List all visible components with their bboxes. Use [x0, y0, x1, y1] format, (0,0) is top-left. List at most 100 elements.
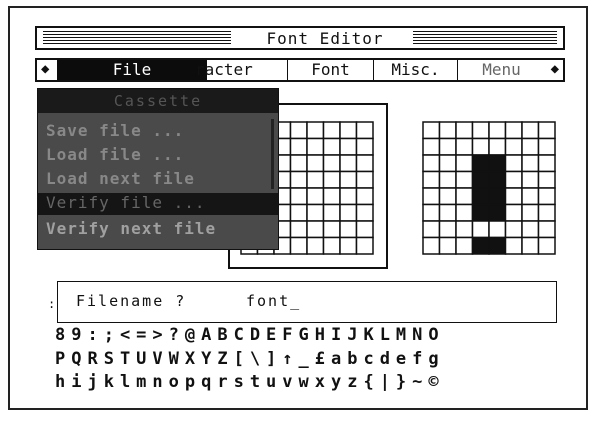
- grid-cell[interactable]: [322, 220, 341, 239]
- grid-cell[interactable]: [322, 170, 341, 189]
- grid-cell[interactable]: [521, 203, 540, 222]
- grid-cell[interactable]: [504, 154, 523, 173]
- grid-cell[interactable]: [422, 137, 441, 156]
- grid-cell[interactable]: [422, 121, 441, 140]
- grid-cell[interactable]: [537, 137, 556, 156]
- grid-cell[interactable]: [488, 203, 507, 222]
- grid-cell[interactable]: [438, 236, 457, 255]
- grid-cell[interactable]: [289, 137, 308, 156]
- grid-cell[interactable]: [289, 170, 308, 189]
- grid-cell[interactable]: [306, 220, 325, 239]
- grid-cell[interactable]: [355, 170, 374, 189]
- grid-cell[interactable]: [339, 137, 358, 156]
- grid-cell[interactable]: [422, 154, 441, 173]
- grid-cell[interactable]: [322, 203, 341, 222]
- grid-cell[interactable]: [521, 220, 540, 239]
- charset-row-3[interactable]: hijklmnopqrstuvwxyz{|}~©: [55, 372, 445, 392]
- grid-cell[interactable]: [504, 170, 523, 189]
- grid-cell[interactable]: [438, 203, 457, 222]
- grid-cell[interactable]: [504, 236, 523, 255]
- grid-cell[interactable]: [504, 220, 523, 239]
- grid-cell[interactable]: [471, 121, 490, 140]
- grid-cell[interactable]: [455, 154, 474, 173]
- grid-cell[interactable]: [306, 121, 325, 140]
- grid-cell[interactable]: [322, 236, 341, 255]
- grid-cell[interactable]: [355, 121, 374, 140]
- grid-cell[interactable]: [488, 154, 507, 173]
- grid-cell[interactable]: [455, 187, 474, 206]
- grid-cell[interactable]: [322, 187, 341, 206]
- grid-cell[interactable]: [438, 137, 457, 156]
- charset-row-2[interactable]: PQRSTUVWXYZ[\]↑_£abcdefg: [55, 349, 445, 369]
- grid-cell[interactable]: [322, 121, 341, 140]
- grid-cell[interactable]: [537, 203, 556, 222]
- grid-cell[interactable]: [521, 187, 540, 206]
- grid-cell[interactable]: [438, 121, 457, 140]
- grid-cell[interactable]: [471, 236, 490, 255]
- grid-cell[interactable]: [306, 137, 325, 156]
- grid-cell[interactable]: [422, 170, 441, 189]
- grid-cell[interactable]: [289, 187, 308, 206]
- charset-row-1[interactable]: 89:;<=>?@ABCDEFGHIJKLMNO: [55, 325, 445, 345]
- menu-file[interactable]: File: [57, 60, 207, 80]
- grid-cell[interactable]: [455, 137, 474, 156]
- grid-cell[interactable]: [488, 220, 507, 239]
- grid-cell[interactable]: [455, 220, 474, 239]
- grid-cell[interactable]: [455, 170, 474, 189]
- grid-cell[interactable]: [355, 220, 374, 239]
- filename-input[interactable]: font_: [246, 292, 301, 310]
- grid-cell[interactable]: [339, 203, 358, 222]
- menu-item-load-file[interactable]: Load file ...: [46, 145, 184, 164]
- grid-cell[interactable]: [422, 236, 441, 255]
- grid-cell[interactable]: [488, 236, 507, 255]
- grid-cell[interactable]: [339, 236, 358, 255]
- grid-cell[interactable]: [471, 203, 490, 222]
- scroll-left-icon[interactable]: ◆: [41, 61, 49, 77]
- grid-cell[interactable]: [455, 121, 474, 140]
- grid-cell[interactable]: [306, 154, 325, 173]
- grid-cell[interactable]: [471, 220, 490, 239]
- grid-cell[interactable]: [339, 220, 358, 239]
- grid-cell[interactable]: [355, 137, 374, 156]
- grid-cell[interactable]: [504, 137, 523, 156]
- grid-cell[interactable]: [504, 121, 523, 140]
- grid-cell[interactable]: [355, 154, 374, 173]
- grid-cell[interactable]: [322, 154, 341, 173]
- dropdown-scrollbar[interactable]: [271, 119, 274, 189]
- grid-cell[interactable]: [422, 220, 441, 239]
- grid-cell[interactable]: [306, 170, 325, 189]
- grid-cell[interactable]: [521, 236, 540, 255]
- grid-cell[interactable]: [521, 121, 540, 140]
- grid-cell[interactable]: [471, 137, 490, 156]
- grid-cell[interactable]: [438, 220, 457, 239]
- grid-cell[interactable]: [339, 154, 358, 173]
- grid-cell[interactable]: [504, 203, 523, 222]
- grid-cell[interactable]: [422, 203, 441, 222]
- menu-item-save-file[interactable]: Save file ...: [46, 121, 184, 140]
- grid-cell[interactable]: [488, 170, 507, 189]
- grid-cell[interactable]: [537, 187, 556, 206]
- grid-cell[interactable]: [438, 170, 457, 189]
- grid-cell[interactable]: [339, 187, 358, 206]
- grid-cell[interactable]: [537, 236, 556, 255]
- menu-character[interactable]: racter: [189, 60, 287, 80]
- grid-cell[interactable]: [455, 203, 474, 222]
- grid-cell[interactable]: [488, 121, 507, 140]
- grid-cell[interactable]: [488, 137, 507, 156]
- menu-font[interactable]: Font: [287, 60, 373, 80]
- menu-item-verify-file[interactable]: Verify file ...: [38, 193, 278, 215]
- menu-misc[interactable]: Misc.: [373, 60, 457, 80]
- grid-cell[interactable]: [438, 187, 457, 206]
- grid-cell[interactable]: [306, 203, 325, 222]
- menu-menu[interactable]: Menu: [457, 60, 545, 80]
- grid-cell[interactable]: [471, 154, 490, 173]
- grid-cell[interactable]: [355, 203, 374, 222]
- grid-cell[interactable]: [289, 121, 308, 140]
- menu-item-verify-next-file[interactable]: Verify next file: [46, 219, 216, 238]
- grid-cell[interactable]: [537, 220, 556, 239]
- filename-prompt-box[interactable]: Filename ? font_: [57, 281, 557, 323]
- grid-cell[interactable]: [521, 137, 540, 156]
- scroll-right-icon[interactable]: ◆: [551, 61, 559, 77]
- grid-cell[interactable]: [537, 121, 556, 140]
- grid-cell[interactable]: [537, 154, 556, 173]
